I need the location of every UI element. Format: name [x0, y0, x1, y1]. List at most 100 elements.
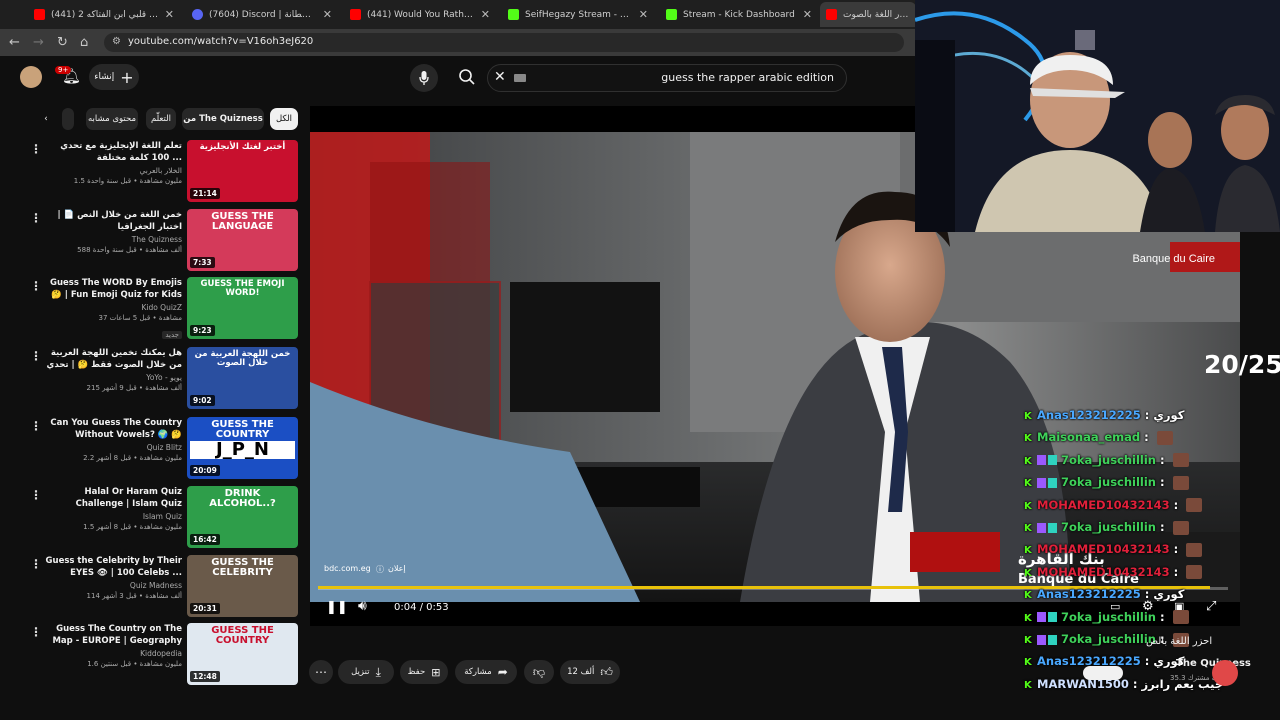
- chat-username[interactable]: 7oka_juschillin: [1061, 475, 1156, 489]
- clear-search-icon[interactable]: ✕: [494, 69, 506, 85]
- recommendation-item[interactable]: DRINK ALCOHOL..? 16:42 Halal Or Haram Quiz…: [30, 486, 300, 552]
- voice-search-button[interactable]: [410, 64, 438, 92]
- kick-icon: K: [1024, 500, 1032, 512]
- close-icon[interactable]: ✕: [323, 8, 332, 21]
- video-title[interactable]: Halal Or Haram Quiz Challenge | Islam Qu…: [44, 486, 182, 510]
- video-thumbnail[interactable]: GUESS THE CELEBRITY 20:31: [187, 555, 298, 617]
- video-title[interactable]: Guess The Country on The Map - EUROPE | …: [44, 623, 182, 647]
- video-thumbnail[interactable]: DRINK ALCOHOL..? 16:42: [187, 486, 298, 548]
- recommendation-item[interactable]: GUESS THE EMOJI WORD! 9:23 Guess The WORD …: [30, 277, 300, 343]
- browser-tab[interactable]: (441) انا قلبي ابن الفتاكه 2 - Tube ✕: [28, 2, 180, 27]
- more-options-icon[interactable]: ⋮: [30, 279, 42, 293]
- channel-name[interactable]: Quiz Blitz: [44, 443, 182, 452]
- recommendation-item[interactable]: خمن اللهجة العربية من خلال الصوت 9:02 هل ي…: [30, 347, 300, 413]
- video-meta: 37 مشاهدة • قبل 5 ساعات: [98, 314, 182, 322]
- volume-icon[interactable]: 🔊︎: [358, 598, 367, 614]
- reload-icon[interactable]: ↻: [57, 35, 68, 50]
- channel-name[interactable]: The Quizness: [44, 235, 182, 244]
- video-thumbnail[interactable]: GUESS THE COUNTRY 12:48: [187, 623, 298, 685]
- more-actions-button[interactable]: ⋯: [309, 660, 333, 684]
- dislike-button[interactable]: 👎︎: [524, 660, 554, 684]
- chip-overflow[interactable]: [62, 108, 74, 130]
- channel-avatar[interactable]: [1212, 660, 1238, 686]
- browser-tab[interactable]: (7604) Discord | شطانة@ ✕: [186, 2, 338, 27]
- browser-tab[interactable]: SeifHegazy Stream - Watch Live ✕: [502, 2, 654, 27]
- thumbnail-text: DRINK ALCOHOL..?: [209, 488, 276, 509]
- chat-username[interactable]: 7oka_juschillin: [1061, 520, 1156, 534]
- video-title[interactable]: هل يمكنك تخمين اللهجة العربية من خلال ال…: [44, 347, 182, 371]
- recommendation-item[interactable]: أختبر لغتك الأنجليزية 21:14 تعلم اللغة الإ…: [30, 140, 300, 206]
- more-options-icon[interactable]: ⋮: [30, 211, 42, 225]
- browser-tab-active[interactable]: احزر اللغة بالصوت: [820, 2, 916, 27]
- more-options-icon[interactable]: ⋮: [30, 625, 42, 639]
- browser-tab[interactable]: Stream - Kick Dashboard ✕: [660, 2, 818, 27]
- close-icon[interactable]: ✕: [481, 8, 490, 21]
- video-thumbnail[interactable]: أختبر لغتك الأنجليزية 21:14: [187, 140, 298, 202]
- pause-icon[interactable]: ❚❚: [326, 600, 348, 615]
- recommendation-item[interactable]: GUESS THE COUNTRY J_P_N 20:09 Can You Guess…: [30, 417, 300, 483]
- avatar[interactable]: [20, 66, 42, 88]
- channel-name[interactable]: الخلار بالعربي: [44, 166, 182, 175]
- video-title[interactable]: Guess The WORD By Emojis 🤔 | Fun Emoji Q…: [44, 277, 182, 301]
- close-icon[interactable]: ✕: [165, 8, 174, 21]
- chat-username[interactable]: Maisonaa_emad: [1037, 430, 1140, 444]
- more-options-icon[interactable]: ⋮: [30, 419, 42, 433]
- video-thumbnail[interactable]: GUESS THE COUNTRY J_P_N 20:09: [187, 417, 298, 479]
- save-button[interactable]: حفظ ⊞: [400, 660, 448, 684]
- more-options-icon[interactable]: ⋮: [30, 349, 42, 363]
- channel-name[interactable]: Kido QuizZ: [44, 303, 182, 312]
- ad-domain[interactable]: bdc.com.eg: [324, 564, 371, 573]
- video-thumbnail[interactable]: GUESS THE EMOJI WORD! 9:23: [187, 277, 298, 339]
- channel-name[interactable]: Islam Quiz: [44, 512, 182, 521]
- more-options-icon[interactable]: ⋮: [30, 488, 42, 502]
- channel-name[interactable]: YoYo - يويو: [44, 373, 182, 382]
- create-button[interactable]: إنشاء +: [89, 64, 139, 90]
- search-icon[interactable]: [458, 68, 476, 90]
- like-button[interactable]: 12 ألف 👍︎: [560, 660, 620, 684]
- forward-icon[interactable]: →: [33, 35, 44, 50]
- close-icon[interactable]: ✕: [803, 8, 812, 21]
- chip-prev-icon[interactable]: ‹: [38, 108, 54, 130]
- keyboard-icon[interactable]: [514, 74, 526, 82]
- search-input[interactable]: guess the rapper arabic edition: [661, 71, 834, 84]
- chat-username[interactable]: MOHAMED10432143: [1037, 542, 1170, 556]
- video-title[interactable]: تعلم اللغة الإنجليزية مع تحدي 100 كلمة م…: [44, 140, 182, 164]
- recommendation-item[interactable]: GUESS THE CELEBRITY 20:31 Guess the Celebr…: [30, 555, 300, 621]
- recommendation-item[interactable]: GUESS THE COUNTRY 12:48 Guess The Country …: [30, 623, 300, 689]
- chat-username[interactable]: MOHAMED10432143: [1037, 565, 1170, 579]
- recommendation-item[interactable]: GUESS THE LANGUAGE 7:33 خمن اللغة من خلال …: [30, 209, 300, 275]
- chip-related[interactable]: محتوى مشابه: [86, 108, 138, 130]
- video-title[interactable]: Guess the Celebrity by Their EYES 👁 | 10…: [44, 555, 182, 579]
- back-icon[interactable]: ←: [9, 35, 20, 50]
- chat-username[interactable]: 7oka_juschillin: [1061, 453, 1156, 467]
- chat-username[interactable]: Anas123212225: [1037, 587, 1141, 601]
- share-button[interactable]: مشاركة ➦: [455, 660, 517, 684]
- channel-name[interactable]: Kiddopedia: [44, 649, 182, 658]
- video-thumbnail[interactable]: خمن اللهجة العربية من خلال الصوت 9:02: [187, 347, 298, 409]
- ad-info-icon[interactable]: ⓘ: [376, 564, 384, 575]
- subscribe-button[interactable]: [1083, 666, 1123, 680]
- site-info-icon[interactable]: ⚙: [112, 36, 121, 47]
- channel-name[interactable]: Quiz Madness: [44, 581, 182, 590]
- home-icon[interactable]: ⌂: [80, 35, 88, 50]
- youtube-icon: [350, 9, 361, 20]
- video-thumbnail[interactable]: GUESS THE LANGUAGE 7:33: [187, 209, 298, 271]
- chat-username[interactable]: Anas123212225: [1037, 408, 1141, 422]
- chat-username[interactable]: 7oka_juschillin: [1061, 610, 1156, 624]
- more-options-icon[interactable]: ⋮: [30, 142, 42, 156]
- chip-all[interactable]: الكل: [270, 108, 298, 130]
- video-title[interactable]: خمن اللغة من خلال النص 📄 | اختبار الجغرا…: [44, 209, 182, 233]
- download-button[interactable]: تنزيل ⤓: [338, 660, 394, 684]
- browser-tab[interactable]: (441) Would You Rather...? 140 ✕: [344, 2, 496, 27]
- url-field[interactable]: ⚙ youtube.com/watch?v=V16oh3eJ620: [104, 33, 904, 52]
- chip-from-channel[interactable]: من The Quizness: [182, 108, 264, 130]
- close-icon[interactable]: ✕: [639, 8, 648, 21]
- chat-username[interactable]: MOHAMED10432143: [1037, 498, 1170, 512]
- video-title[interactable]: Can You Guess The Country Without Vowels…: [44, 417, 182, 441]
- chip-learning[interactable]: التعلّم: [146, 108, 176, 130]
- share-label: مشاركة: [464, 667, 492, 677]
- chat-username[interactable]: 7oka_juschillin: [1061, 632, 1156, 646]
- search-box[interactable]: ✕ guess the rapper arabic edition: [459, 64, 847, 92]
- more-options-icon[interactable]: ⋮: [30, 557, 42, 571]
- kick-icon: K: [1024, 635, 1032, 646]
